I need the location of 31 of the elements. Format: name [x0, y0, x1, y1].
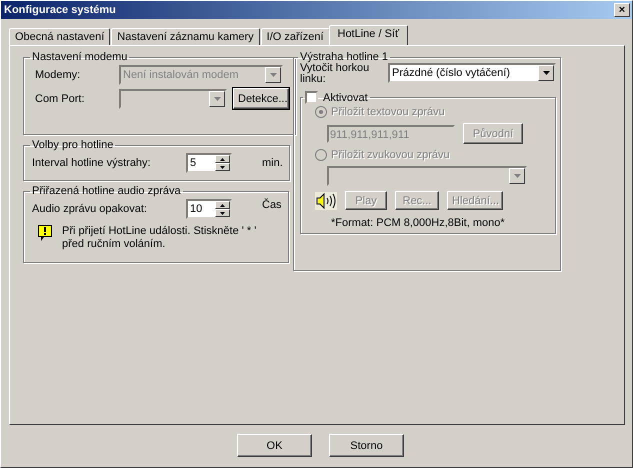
tab[interactable]: HotLine / Síť [328, 25, 408, 45]
caret-icon [270, 73, 276, 77]
button[interactable]: Detekce... [233, 88, 289, 109]
caret-icon [214, 96, 220, 100]
field-label: Vytočit horkou linku: [300, 63, 370, 85]
caret-icon [514, 174, 520, 178]
format-note: *Format: PCM 8,000Hz,8Bit, mono* [330, 217, 506, 229]
checkbox-label[interactable]: Aktivovat [323, 92, 368, 104]
group-title: Výstraha hotline 1 [299, 51, 390, 63]
warning-icon [38, 225, 52, 241]
close-button[interactable]: × [614, 3, 630, 17]
tab[interactable]: Obecná nastavení [9, 28, 110, 45]
field-label: Com Port: [34, 92, 86, 104]
field-label: Interval hotline výstrahy: [32, 157, 152, 169]
window-title: Konfigurace systému [4, 4, 116, 16]
button[interactable]: OK [237, 434, 312, 457]
unit-label: Čas [262, 199, 282, 211]
group-title: Přiřazená hotline audio zpráva [31, 185, 182, 197]
note-text: Při přijetí HotLine události. Stiskněte ' * ' před ručním voláním. [62, 225, 258, 251]
tab[interactable]: Nastavení záznamu kamery [111, 28, 260, 45]
group-title: Nastavení modemu [31, 51, 128, 63]
button[interactable]: Storno [329, 434, 404, 457]
field-label: Modemy: [34, 69, 82, 81]
dial-dropdown[interactable]: Prázdné (číslo vytáčení) [388, 63, 556, 83]
activate-checkbox[interactable] [305, 91, 318, 104]
group-title: Volby pro hotline [31, 139, 114, 151]
caret-icon [542, 71, 550, 75]
field-label: Audio zprávu opakovat: [32, 203, 148, 215]
sound-dropdown[interactable] [327, 166, 527, 186]
speaker-icon [315, 192, 337, 210]
unit-label: min. [262, 157, 283, 169]
